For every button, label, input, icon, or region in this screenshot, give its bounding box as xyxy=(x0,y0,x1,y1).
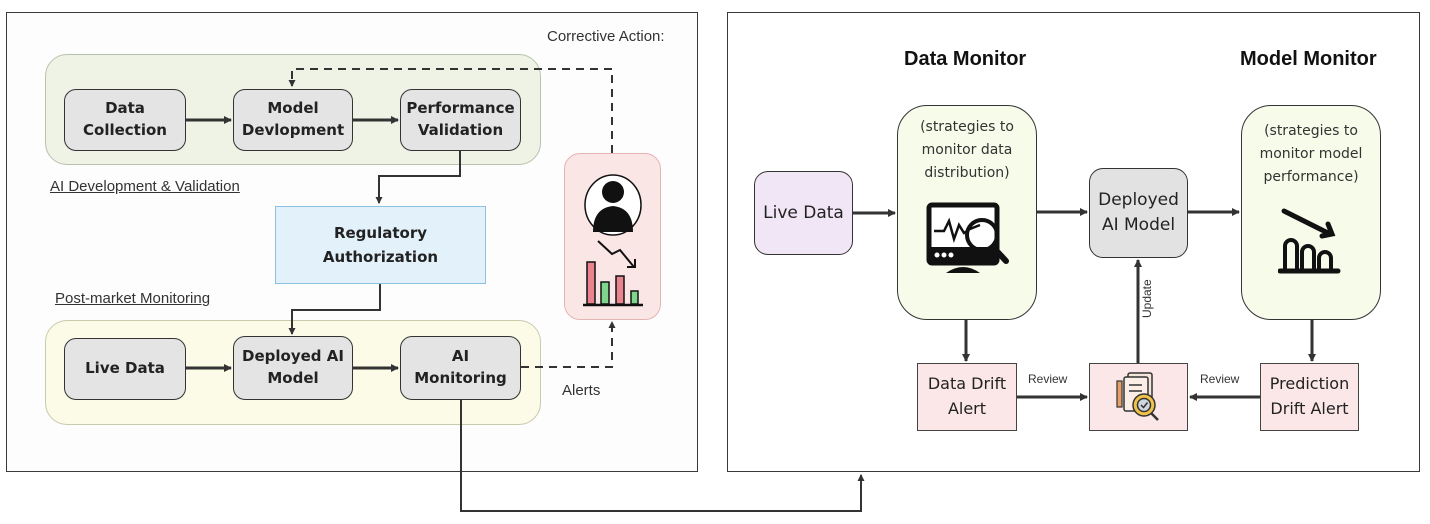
review-box[interactable] xyxy=(1089,363,1188,431)
alert-panel xyxy=(564,153,661,320)
declining-chart-icon xyxy=(1278,208,1341,274)
data-monitor-box[interactable]: (strategies to monitor data distribution… xyxy=(897,105,1037,320)
model-monitor-box[interactable]: (strategies to monitor model performance… xyxy=(1241,105,1381,320)
data-monitor-title: Data Monitor xyxy=(904,48,1027,70)
model-development-node[interactable]: Model Devlopment xyxy=(233,89,353,151)
alerts-label: Alerts xyxy=(562,382,601,399)
corrective-action-label: Corrective Action: xyxy=(547,28,665,45)
data-collection-node[interactable]: Data Collection xyxy=(64,89,186,151)
declining-bar-chart-icon xyxy=(583,240,643,307)
model-monitor-title: Model Monitor xyxy=(1240,48,1377,70)
review-label-left: Review xyxy=(1028,372,1068,386)
review-label-right: Review xyxy=(1200,372,1240,386)
monitor-magnifier-icon xyxy=(926,202,1009,273)
update-label: Update xyxy=(1140,279,1154,318)
document-gear-check-icon xyxy=(1115,372,1159,421)
deployed-ai-model-node[interactable]: Deployed AI Model xyxy=(233,336,353,400)
live-data-node[interactable]: Live Data xyxy=(64,338,186,400)
person-icon xyxy=(584,174,642,236)
post-market-label: Post-market Monitoring xyxy=(55,290,211,307)
prediction-drift-alert-box[interactable]: Prediction Drift Alert xyxy=(1260,363,1359,431)
live-data-box[interactable]: Live Data xyxy=(754,171,853,255)
ai-development-label: AI Development & Validation xyxy=(50,178,240,195)
data-drift-alert-box[interactable]: Data Drift Alert xyxy=(917,363,1017,431)
performance-validation-node[interactable]: Performance Validation xyxy=(400,89,521,151)
ai-monitoring-node[interactable]: AI Monitoring xyxy=(400,336,521,400)
deployed-ai-model-box[interactable]: Deployed AI Model xyxy=(1089,168,1188,258)
regulatory-authorization-node[interactable]: Regulatory Authorization xyxy=(275,206,486,284)
